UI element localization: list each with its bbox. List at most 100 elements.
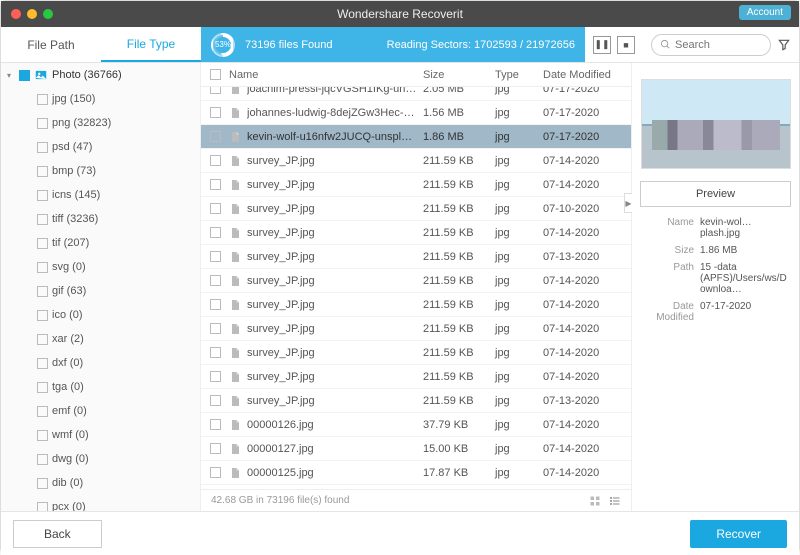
file-row[interactable]: 00000125.jpg17.87 KBjpg07-14-2020 bbox=[201, 461, 631, 485]
recover-button[interactable]: Recover bbox=[690, 520, 787, 548]
tree-checkbox[interactable] bbox=[19, 70, 30, 81]
row-checkbox[interactable] bbox=[210, 347, 221, 358]
tree-checkbox[interactable] bbox=[37, 142, 48, 153]
tree-category[interactable]: ▾Photo (36766) bbox=[1, 63, 200, 87]
tree-checkbox[interactable] bbox=[37, 406, 48, 417]
file-row[interactable]: 00000126.jpg37.79 KBjpg07-14-2020 bbox=[201, 413, 631, 437]
tree-checkbox[interactable] bbox=[37, 310, 48, 321]
row-checkbox[interactable] bbox=[210, 179, 221, 190]
tree-checkbox[interactable] bbox=[37, 190, 48, 201]
tree-item[interactable]: svg (0) bbox=[1, 255, 200, 279]
tree-checkbox[interactable] bbox=[37, 502, 48, 512]
file-row[interactable]: survey_JP.jpg211.59 KBjpg07-14-2020 bbox=[201, 149, 631, 173]
row-checkbox[interactable] bbox=[210, 443, 221, 454]
tree-checkbox[interactable] bbox=[37, 118, 48, 129]
tree-item[interactable]: wmf (0) bbox=[1, 423, 200, 447]
tree-item[interactable]: icns (145) bbox=[1, 183, 200, 207]
file-row[interactable]: survey_JP.jpg211.59 KBjpg07-10-2020 bbox=[201, 197, 631, 221]
file-list-body[interactable]: joachim-pressl-jqcVGSH1IKg-unsplash.jpg2… bbox=[201, 87, 631, 489]
file-date: 07-17-2020 bbox=[543, 107, 631, 119]
file-row[interactable]: 00000127.jpg15.00 KBjpg07-14-2020 bbox=[201, 437, 631, 461]
stop-button[interactable]: ■ bbox=[617, 36, 635, 54]
tree-checkbox[interactable] bbox=[37, 214, 48, 225]
tab-file-type[interactable]: File Type bbox=[101, 27, 201, 62]
search-area bbox=[643, 27, 799, 62]
row-checkbox[interactable] bbox=[210, 467, 221, 478]
row-checkbox[interactable] bbox=[210, 87, 221, 94]
tree-checkbox[interactable] bbox=[37, 238, 48, 249]
column-header-size[interactable]: Size bbox=[423, 69, 495, 81]
row-checkbox[interactable] bbox=[210, 299, 221, 310]
preview-button[interactable]: Preview bbox=[640, 181, 791, 207]
tree-checkbox[interactable] bbox=[37, 454, 48, 465]
row-checkbox[interactable] bbox=[210, 131, 221, 142]
tree-checkbox[interactable] bbox=[37, 94, 48, 105]
tree-checkbox[interactable] bbox=[37, 166, 48, 177]
filter-icon[interactable] bbox=[777, 38, 791, 52]
tree-item[interactable]: bmp (73) bbox=[1, 159, 200, 183]
row-checkbox[interactable] bbox=[210, 275, 221, 286]
search-input-wrap[interactable] bbox=[651, 34, 771, 56]
tree-item[interactable]: jpg (150) bbox=[1, 87, 200, 111]
row-checkbox[interactable] bbox=[210, 395, 221, 406]
file-row[interactable]: survey_JP.jpg211.59 KBjpg07-14-2020 bbox=[201, 221, 631, 245]
tree-checkbox[interactable] bbox=[37, 358, 48, 369]
tree-checkbox[interactable] bbox=[37, 430, 48, 441]
row-checkbox[interactable] bbox=[210, 227, 221, 238]
tree-item[interactable]: gif (63) bbox=[1, 279, 200, 303]
file-row[interactable]: survey_JP.jpg211.59 KBjpg07-14-2020 bbox=[201, 293, 631, 317]
tree-item[interactable]: dxf (0) bbox=[1, 351, 200, 375]
tree-checkbox[interactable] bbox=[37, 286, 48, 297]
tree-item[interactable]: psd (47) bbox=[1, 135, 200, 159]
column-header-type[interactable]: Type bbox=[495, 69, 543, 81]
row-checkbox[interactable] bbox=[210, 155, 221, 166]
tree-checkbox[interactable] bbox=[37, 334, 48, 345]
row-checkbox[interactable] bbox=[210, 371, 221, 382]
tree-item[interactable]: tif (207) bbox=[1, 231, 200, 255]
pause-button[interactable]: ❚❚ bbox=[593, 36, 611, 54]
tree-item[interactable]: emf (0) bbox=[1, 399, 200, 423]
column-header-date[interactable]: Date Modified bbox=[543, 69, 631, 81]
reading-sectors-label: Reading Sectors: 1702593 / 21972656 bbox=[387, 39, 575, 51]
meta-date-value: 07-17-2020 bbox=[700, 301, 791, 323]
row-checkbox[interactable] bbox=[210, 203, 221, 214]
file-row[interactable]: johannes-ludwig-8dejZGw3Hec-unsplash.jpg… bbox=[201, 101, 631, 125]
file-row[interactable]: joachim-pressl-jqcVGSH1IKg-unsplash.jpg2… bbox=[201, 87, 631, 101]
file-row[interactable]: kevin-wolf-u16nfw2JUCQ-unsplash.jpg1.86 … bbox=[201, 125, 631, 149]
file-row[interactable]: survey_JP.jpg211.59 KBjpg07-14-2020 bbox=[201, 317, 631, 341]
tree-label: svg (0) bbox=[52, 261, 86, 273]
row-checkbox[interactable] bbox=[210, 107, 221, 118]
file-row[interactable]: survey_JP.jpg211.59 KBjpg07-14-2020 bbox=[201, 173, 631, 197]
file-row[interactable]: survey_JP.jpg211.59 KBjpg07-14-2020 bbox=[201, 365, 631, 389]
file-row[interactable]: survey_JP.jpg211.59 KBjpg07-13-2020 bbox=[201, 245, 631, 269]
file-size: 211.59 KB bbox=[423, 179, 495, 191]
tree-item[interactable]: pcx (0) bbox=[1, 495, 200, 511]
file-row[interactable]: survey_JP.jpg211.59 KBjpg07-14-2020 bbox=[201, 341, 631, 365]
tree-item[interactable]: xar (2) bbox=[1, 327, 200, 351]
file-row[interactable]: survey_JP.jpg211.59 KBjpg07-13-2020 bbox=[201, 389, 631, 413]
tree-item[interactable]: dib (0) bbox=[1, 471, 200, 495]
file-row[interactable]: survey_JP.jpg211.59 KBjpg07-14-2020 bbox=[201, 269, 631, 293]
back-button[interactable]: Back bbox=[13, 520, 102, 548]
select-all-checkbox[interactable] bbox=[210, 69, 221, 80]
list-view-icon[interactable] bbox=[609, 495, 621, 507]
column-header-name[interactable]: Name bbox=[229, 69, 423, 81]
tree-checkbox[interactable] bbox=[37, 262, 48, 273]
collapse-preview-handle[interactable]: ▶ bbox=[624, 193, 632, 213]
row-checkbox[interactable] bbox=[210, 251, 221, 262]
tree-item[interactable]: tga (0) bbox=[1, 375, 200, 399]
tree-item[interactable]: png (32823) bbox=[1, 111, 200, 135]
tree-item[interactable]: dwg (0) bbox=[1, 447, 200, 471]
search-input[interactable] bbox=[675, 39, 755, 51]
tree-item[interactable]: tiff (3236) bbox=[1, 207, 200, 231]
grid-view-icon[interactable] bbox=[589, 495, 601, 507]
tab-file-path[interactable]: File Path bbox=[1, 27, 101, 62]
tree-checkbox[interactable] bbox=[37, 478, 48, 489]
account-button[interactable]: Account bbox=[739, 5, 791, 20]
row-checkbox[interactable] bbox=[210, 419, 221, 430]
file-type: jpg bbox=[495, 179, 543, 191]
meta-name-value: kevin-wol…plash.jpg bbox=[700, 217, 791, 239]
tree-item[interactable]: ico (0) bbox=[1, 303, 200, 327]
row-checkbox[interactable] bbox=[210, 323, 221, 334]
tree-checkbox[interactable] bbox=[37, 382, 48, 393]
